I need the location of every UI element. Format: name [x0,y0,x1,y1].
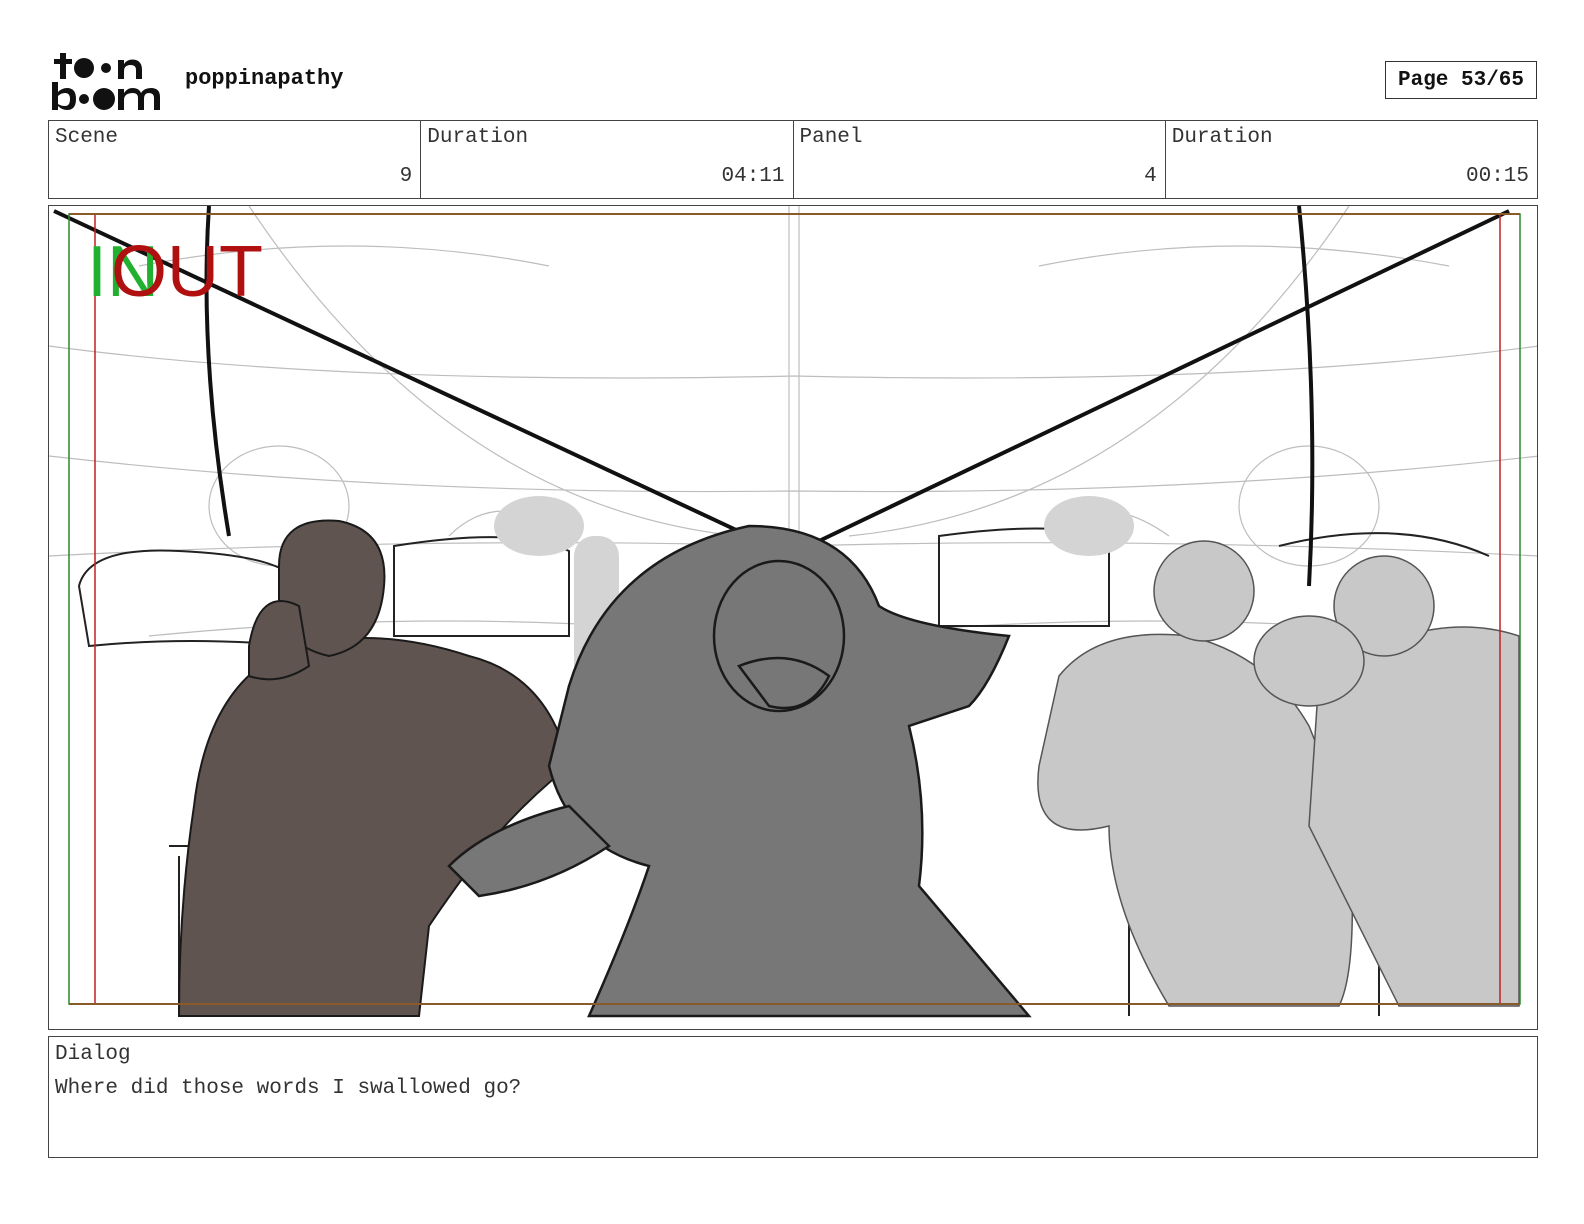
scene-label: Scene [55,126,119,149]
panel-duration-cell: Duration 00:15 [1166,121,1537,198]
toon-boom-logo [52,53,160,110]
scene-value: 9 [399,165,413,188]
dialog-text: Where did those words I swallowed go? [55,1077,522,1100]
panel-duration-label: Duration [1171,126,1273,149]
page-indicator: Page 53/65 [1385,61,1537,99]
panel-duration-value: 00:15 [1465,165,1529,188]
scene-cell: Scene 9 [49,121,422,198]
panel-label: Panel [799,126,863,149]
dialog-box: Dialog Where did those words I swallowed… [48,1036,1538,1158]
in-out-markers: IN OUT [87,236,287,316]
panel-value: 4 [1144,165,1157,188]
panel-cell: Panel 4 [794,121,1166,198]
storyboard-panel: IN OUT [48,205,1538,1030]
out-marker: OUT [111,232,263,312]
project-name: poppinapathy [185,66,344,91]
panel-sketch [49,206,1537,1018]
panel-info-row: Scene 9 Duration 04:11 Panel 4 Duration … [48,120,1538,199]
scene-duration-label: Duration [427,126,529,149]
dialog-label: Dialog [55,1043,131,1066]
scene-duration-value: 04:11 [721,165,785,188]
scene-duration-cell: Duration 04:11 [421,121,794,198]
